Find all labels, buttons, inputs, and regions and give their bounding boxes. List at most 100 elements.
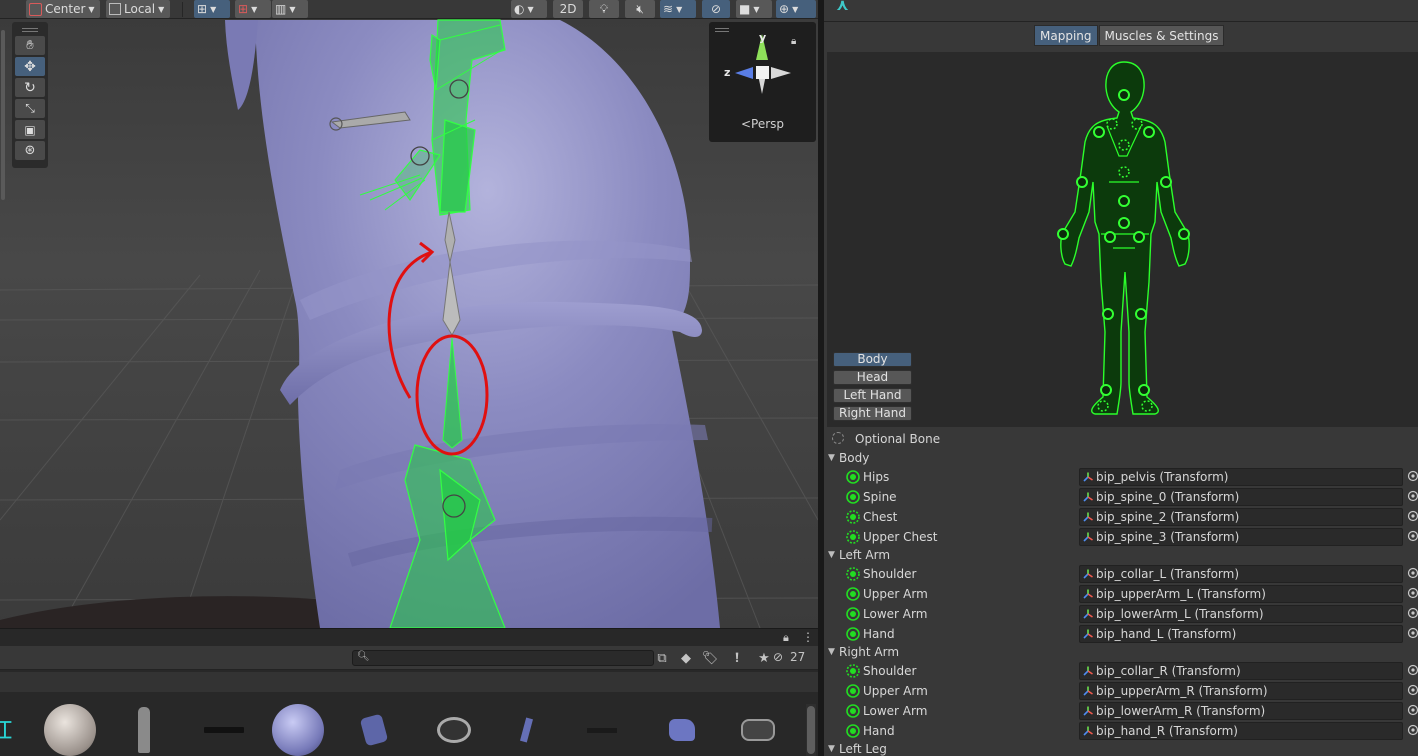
object-picker-icon[interactable] <box>1407 684 1418 696</box>
bone-row-right-arm-hand: Hand bip_hand_R (Transform) <box>824 721 1418 741</box>
bone-transform-value: bip_lowerArm_R (Transform) <box>1096 704 1266 718</box>
object-picker-icon[interactable] <box>1407 627 1418 639</box>
body-part-button-right-hand[interactable]: Right Hand <box>833 406 912 421</box>
body-part-button-body[interactable]: Body <box>833 352 912 367</box>
label-filter-button[interactable]: 🏷︎ <box>700 648 720 668</box>
asset-tile[interactable] <box>42 702 98 756</box>
object-picker-icon[interactable] <box>1407 567 1418 579</box>
body-part-button-left-hand[interactable]: Left Hand <box>833 388 912 403</box>
toggle-2d-button[interactable]: 2D <box>553 0 583 18</box>
chevron-down-icon: ▼ <box>792 4 799 14</box>
object-picker-icon[interactable] <box>1407 470 1418 482</box>
grid-toggle-button[interactable]: ▥ ▼ <box>272 0 308 18</box>
asset-grid-scrollbar[interactable] <box>806 704 816 756</box>
bone-transform-field[interactable]: bip_spine_2 (Transform) <box>1079 508 1403 526</box>
palette-grip[interactable] <box>22 28 38 32</box>
asset-tile[interactable] <box>116 702 172 756</box>
orientation-gizmo[interactable]: 🔒︎ y z <Persp <box>709 22 816 142</box>
hidden-packages-count: 27 <box>790 650 806 664</box>
object-picker-icon[interactable] <box>1407 510 1418 522</box>
favorites-button[interactable]: ★ <box>754 648 774 668</box>
gizmos-button[interactable]: ⊕ ▼ <box>776 0 816 18</box>
bone-transform-field[interactable]: bip_upperArm_L (Transform) <box>1079 585 1403 603</box>
grid-snap-button[interactable]: ⊞ ▼ <box>194 0 230 18</box>
section-right-arm[interactable]: ▼ Right Arm <box>828 643 899 661</box>
cube-icon <box>109 3 121 15</box>
humanoid-figure-icon[interactable] <box>827 52 1418 427</box>
rotate-tool-button[interactable]: ↻ <box>15 78 45 97</box>
asset-tile[interactable] <box>654 702 710 756</box>
scene-view[interactable]: Center ▼ Local ▼ ⊞ ▼ ⊞ ▼ ▥ ▼ ◐ ▼ 2D 💡︎ 🔇… <box>0 0 818 628</box>
transform-icon <box>1083 686 1093 696</box>
bone-transform-field[interactable]: bip_collar_R (Transform) <box>1079 662 1403 680</box>
tab-muscles-settings[interactable]: Muscles & Settings <box>1098 25 1225 46</box>
lighting-toggle-button[interactable]: 💡︎ <box>589 0 619 18</box>
pistol-icon <box>587 727 617 733</box>
projection-label: Persp <box>751 117 785 131</box>
breadcrumb-bar <box>0 672 818 692</box>
tab-mapping[interactable]: Mapping <box>1034 25 1098 46</box>
shading-mode-button[interactable]: ◐ ▼ <box>511 0 547 18</box>
bone-status-icon <box>846 627 860 641</box>
section-left-arm[interactable]: ▼ Left Arm <box>828 546 890 564</box>
project-header: 🔒︎ ⋮ <box>0 628 818 646</box>
bone-transform-field[interactable]: bip_spine_0 (Transform) <box>1079 488 1403 506</box>
bone-transform-value: bip_hand_L (Transform) <box>1096 627 1237 641</box>
search-by-label-button[interactable]: ◆ <box>676 648 696 668</box>
body-part-button-head[interactable]: Head <box>833 370 912 385</box>
eye-hidden-icon[interactable]: ⊘ <box>773 650 783 664</box>
section-body[interactable]: ▼ Body <box>828 449 869 467</box>
hand-tool-button[interactable]: ✋︎ <box>15 36 45 55</box>
bone-transform-value: bip_lowerArm_L (Transform) <box>1096 607 1264 621</box>
object-picker-icon[interactable] <box>1407 664 1418 676</box>
asset-tile[interactable] <box>498 702 554 756</box>
avatar-configuration-panel: ⋏ Mapping Muscles & Settings Body Head L… <box>824 0 1418 756</box>
object-picker-icon[interactable] <box>1407 704 1418 716</box>
search-by-type-button[interactable]: ⧉ <box>652 648 672 668</box>
pivot-space-dropdown[interactable]: Local ▼ <box>106 0 170 18</box>
asset-tile[interactable] <box>346 702 402 756</box>
object-picker-icon[interactable] <box>1407 490 1418 502</box>
bone-transform-field[interactable]: bip_lowerArm_R (Transform) <box>1079 702 1403 720</box>
object-picker-icon[interactable] <box>1407 607 1418 619</box>
scene-viewport[interactable] <box>0 0 818 628</box>
pivot-mode-dropdown[interactable]: Center ▼ <box>26 0 100 18</box>
audio-toggle-button[interactable]: 🔇︎ <box>625 0 655 18</box>
asset-tile[interactable] <box>196 702 252 756</box>
optional-bone-status-icon <box>846 664 860 678</box>
asset-tile[interactable] <box>270 702 326 756</box>
object-picker-icon[interactable] <box>1407 587 1418 599</box>
bone-transform-field[interactable]: bip_spine_3 (Transform) <box>1079 528 1403 546</box>
scene-visibility-button[interactable]: ⊘ <box>702 0 730 18</box>
increment-snap-icon: ⊞ <box>238 1 249 16</box>
bone-transform-field[interactable]: bip_collar_L (Transform) <box>1079 565 1403 583</box>
projection-toggle[interactable]: <Persp <box>709 117 816 131</box>
object-picker-icon[interactable] <box>1407 530 1418 542</box>
scene-overlay-scroll[interactable] <box>0 20 8 205</box>
object-picker-icon[interactable] <box>1407 724 1418 736</box>
bone-transform-field[interactable]: bip_lowerArm_L (Transform) <box>1079 605 1403 623</box>
bone-transform-field[interactable]: bip_hand_R (Transform) <box>1079 722 1403 740</box>
section-left-leg[interactable]: ▼ Left Leg <box>828 740 887 756</box>
transform-tool-button[interactable]: ⊛ <box>15 141 45 160</box>
transform-icon <box>1083 492 1093 502</box>
rect-tool-button[interactable]: ▣ <box>15 120 45 139</box>
asset-tile[interactable] <box>426 702 482 756</box>
kebab-menu-icon[interactable]: ⋮ <box>802 630 814 644</box>
increment-snap-button[interactable]: ⊞ ▼ <box>235 0 271 18</box>
move-tool-button[interactable]: ✥ <box>15 57 45 76</box>
camera-settings-button[interactable]: ■ ▼ <box>736 0 772 18</box>
bone-transform-field[interactable]: bip_pelvis (Transform) <box>1079 468 1403 486</box>
bone-status-icon <box>846 587 860 601</box>
log-type-button[interactable]: ❗︎ <box>727 648 747 668</box>
scale-tool-button[interactable]: ⤡ <box>15 99 45 118</box>
asset-tile[interactable] <box>574 702 630 756</box>
bone-transform-field[interactable]: bip_hand_L (Transform) <box>1079 625 1403 643</box>
asset-tile[interactable]: ⌶ <box>0 702 20 756</box>
foldout-arrow-icon: ▼ <box>828 647 835 657</box>
asset-tile[interactable] <box>730 702 786 756</box>
bone-transform-field[interactable]: bip_upperArm_R (Transform) <box>1079 682 1403 700</box>
lock-icon[interactable]: 🔒︎ <box>783 631 789 645</box>
effects-toggle-button[interactable]: ≋ ▼ <box>660 0 696 18</box>
asset-search-input[interactable]: 🔍︎ <box>352 650 654 666</box>
